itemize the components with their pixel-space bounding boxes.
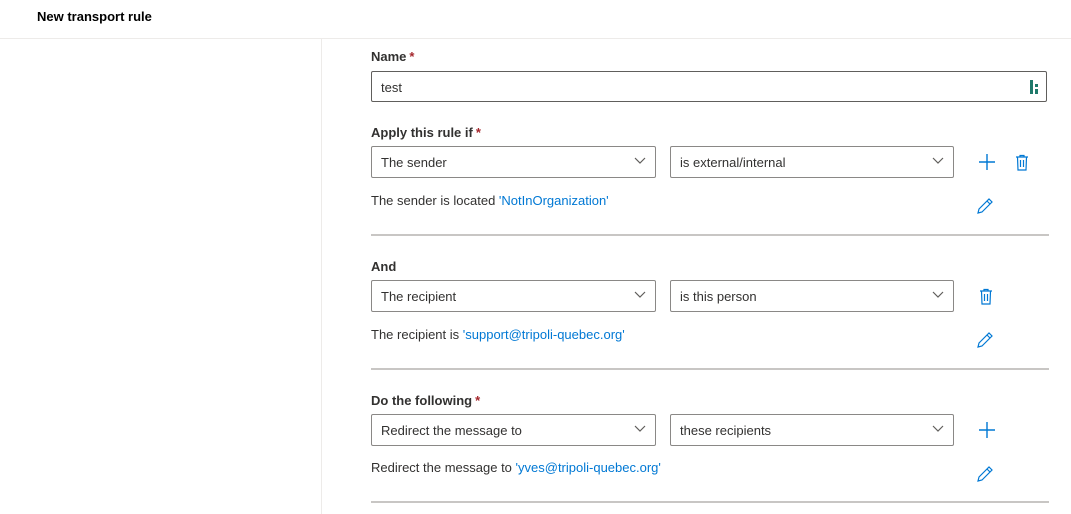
section-divider: [371, 501, 1049, 503]
condition-description-text: The sender is located: [371, 193, 499, 208]
delete-icon: [980, 288, 992, 305]
action-dropdown-value: Redirect the message to: [381, 423, 522, 438]
action-description-text: Redirect the message to: [371, 460, 516, 475]
panel-header: New transport rule: [0, 0, 1071, 39]
and-label: And: [371, 259, 397, 274]
and-value-link[interactable]: 'support@tripoli-quebec.org': [463, 327, 625, 342]
chevron-down-icon: [932, 425, 944, 432]
password-manager-icon[interactable]: [1029, 79, 1041, 95]
delete-icon: [1016, 154, 1028, 171]
delete-and-condition-button[interactable]: [975, 285, 997, 307]
add-action-button[interactable]: [976, 419, 998, 441]
condition-description: The sender is located 'NotInOrganization…: [371, 193, 609, 208]
edit-icon: [977, 198, 993, 214]
apply-rule-label: Apply this rule if *: [371, 125, 481, 140]
condition-operator-dropdown[interactable]: is external/internal: [670, 146, 954, 178]
section-divider: [371, 368, 1049, 370]
condition-dropdown-value: The sender: [381, 155, 447, 170]
and-condition-dropdown[interactable]: The recipient: [371, 280, 656, 312]
name-input-value: test: [381, 80, 402, 95]
action-label-text: Do the following: [371, 393, 473, 408]
and-description: The recipient is 'support@tripoli-quebec…: [371, 327, 625, 342]
required-marker: *: [475, 125, 481, 140]
action-label: Do the following *: [371, 393, 480, 408]
edit-action-button[interactable]: [974, 463, 996, 485]
name-label: Name *: [371, 49, 414, 64]
section-divider: [371, 234, 1049, 236]
edit-and-condition-button[interactable]: [974, 329, 996, 351]
chevron-down-icon: [932, 157, 944, 164]
condition-value-link[interactable]: 'NotInOrganization': [499, 193, 609, 208]
action-target-value: these recipients: [680, 423, 772, 438]
and-operator-value: is this person: [680, 289, 757, 304]
action-dropdown[interactable]: Redirect the message to: [371, 414, 656, 446]
edit-condition-button[interactable]: [974, 195, 996, 217]
add-icon: [979, 154, 995, 170]
condition-operator-value: is external/internal: [680, 155, 786, 170]
and-description-text: The recipient is: [371, 327, 463, 342]
required-marker: *: [409, 49, 415, 64]
and-condition-value: The recipient: [381, 289, 457, 304]
apply-rule-label-text: Apply this rule if: [371, 125, 473, 140]
name-label-text: Name: [371, 49, 407, 64]
page-title: New transport rule: [37, 9, 152, 24]
action-description: Redirect the message to 'yves@tripoli-qu…: [371, 460, 661, 475]
required-marker: *: [475, 393, 481, 408]
condition-dropdown[interactable]: The sender: [371, 146, 656, 178]
chevron-down-icon: [932, 291, 944, 298]
and-operator-dropdown[interactable]: is this person: [670, 280, 954, 312]
chevron-down-icon: [634, 157, 646, 164]
name-input[interactable]: test: [371, 71, 1047, 102]
chevron-down-icon: [634, 425, 646, 432]
chevron-down-icon: [634, 291, 646, 298]
delete-condition-button[interactable]: [1011, 151, 1033, 173]
edit-icon: [977, 466, 993, 482]
left-pane: [0, 39, 322, 514]
action-value-link[interactable]: 'yves@tripoli-quebec.org': [516, 460, 661, 475]
add-condition-button[interactable]: [976, 151, 998, 173]
edit-icon: [977, 332, 993, 348]
action-target-dropdown[interactable]: these recipients: [670, 414, 954, 446]
add-icon: [979, 422, 995, 438]
